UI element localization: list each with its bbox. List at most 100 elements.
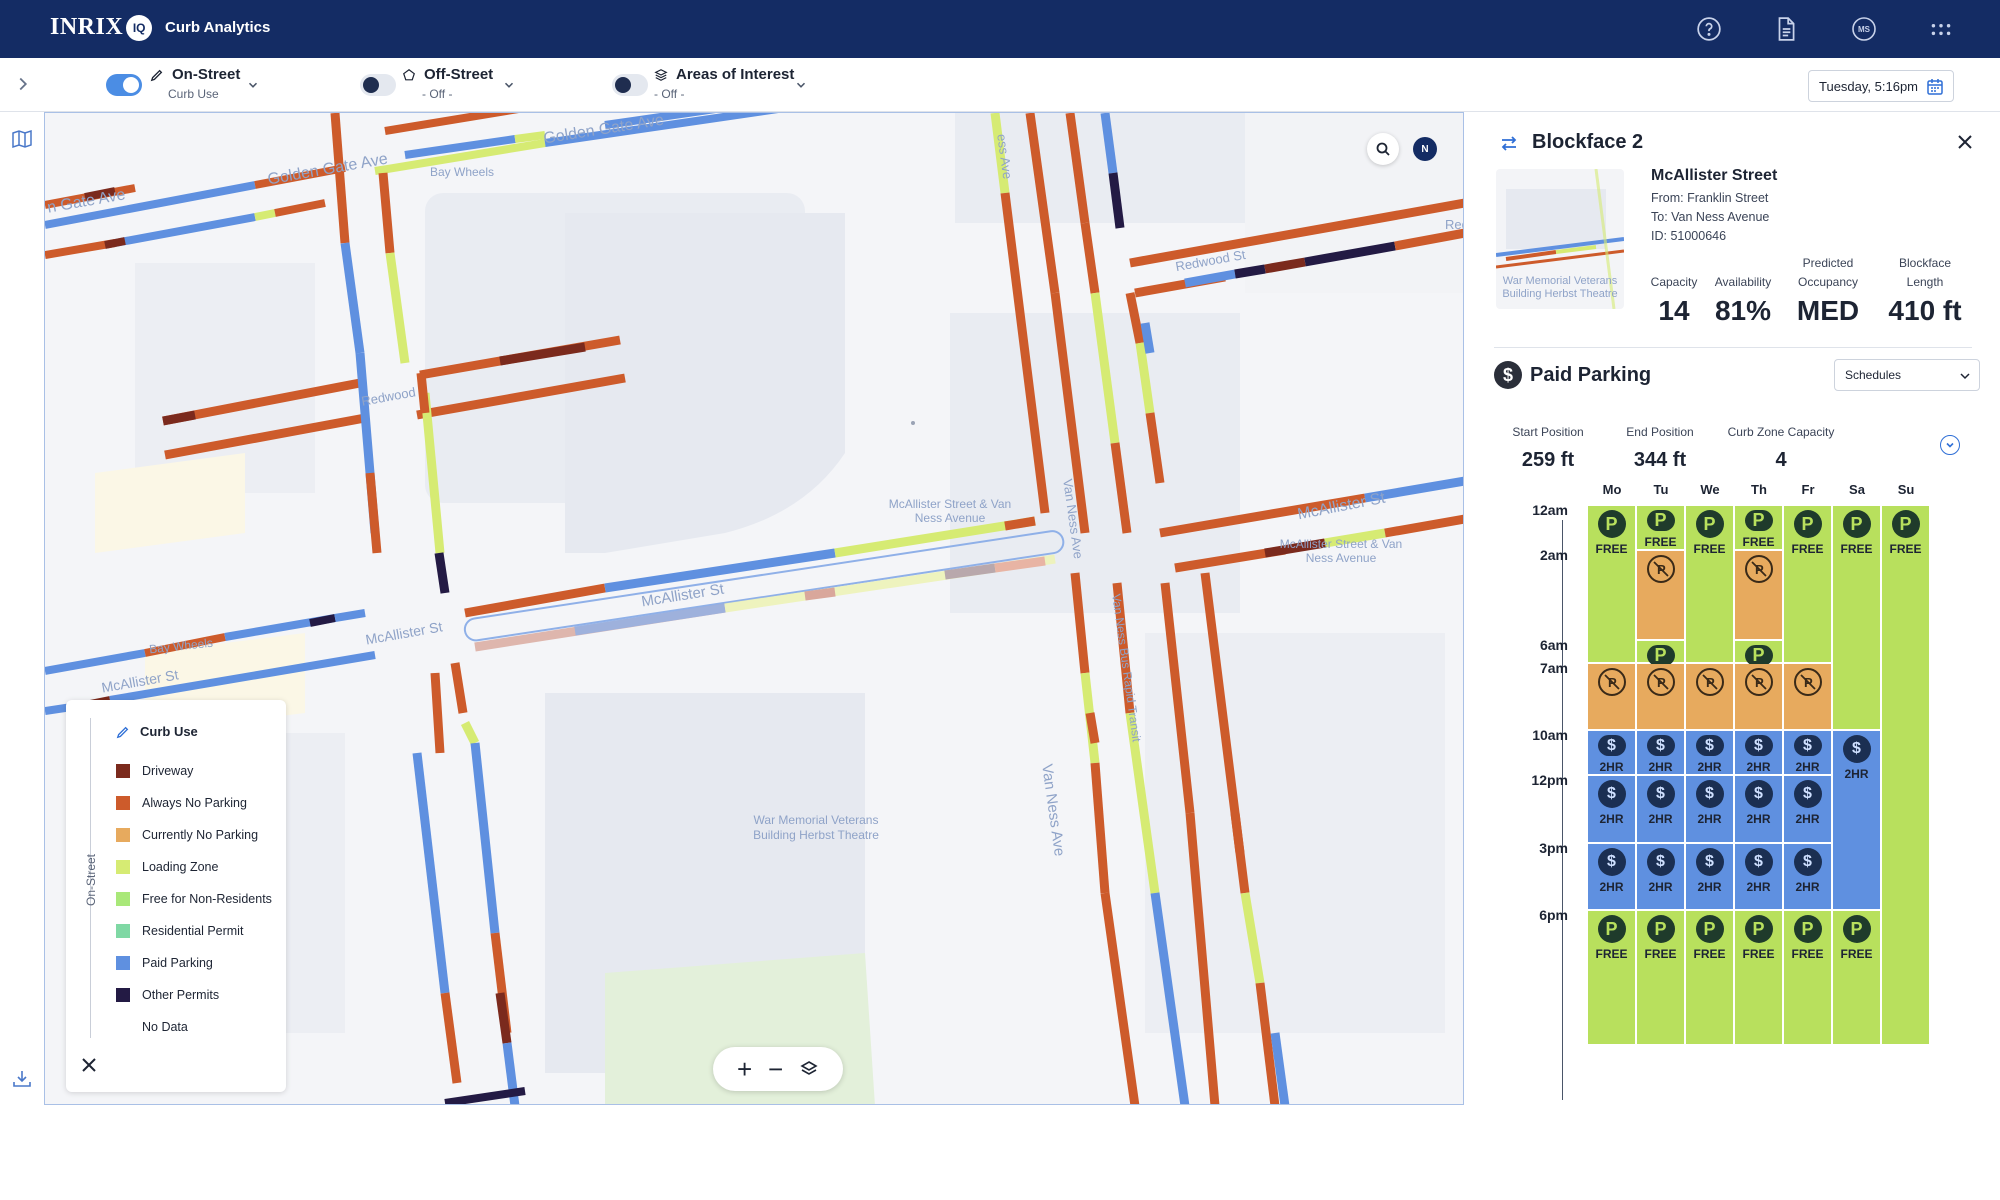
date-picker[interactable]: Tuesday, 5:16pm xyxy=(1808,70,1954,102)
schedule-free-block[interactable]: P FREE xyxy=(1686,911,1733,1044)
schedule-paid-block[interactable]: $2HR xyxy=(1637,731,1684,774)
schedule-paid-block[interactable]: $2HR xyxy=(1735,731,1782,774)
schedule-block-caption: FREE xyxy=(1595,542,1628,556)
schedule-free-block[interactable]: P FREE xyxy=(1588,911,1635,1044)
schedule-paid-block[interactable]: $2HR xyxy=(1833,731,1880,909)
schedule-free-block[interactable]: P FREE xyxy=(1784,506,1831,662)
aoi-chevron-icon[interactable] xyxy=(794,78,808,92)
schedule-no-parking-block[interactable]: P xyxy=(1637,663,1684,729)
off-street-toggle[interactable] xyxy=(360,74,396,96)
map-search-button[interactable] xyxy=(1367,133,1399,165)
swap-arrows-icon[interactable] xyxy=(1498,132,1520,154)
layers-toggle-icon[interactable] xyxy=(799,1059,819,1079)
paid-dollar-icon: $ xyxy=(1695,847,1724,876)
schedule-free-block[interactable]: P FREE xyxy=(1735,506,1782,549)
paid-dollar-icon: $ xyxy=(1597,735,1626,756)
schedule-paid-block[interactable]: $2HR xyxy=(1686,843,1733,909)
paid-dollar-icon: $ xyxy=(1646,735,1675,756)
parking-icon: P xyxy=(1695,915,1724,943)
no-parking-icon: P xyxy=(1744,555,1773,583)
legend-item: Loading Zone xyxy=(116,860,218,874)
time-label: 10am xyxy=(1532,727,1568,743)
time-axis xyxy=(1562,520,1563,1100)
schedule-free-block[interactable]: P xyxy=(1637,641,1684,666)
parking-icon: P xyxy=(1597,915,1626,943)
day-header: Su xyxy=(1897,482,1915,497)
expand-chevron-icon[interactable] xyxy=(12,73,34,95)
schedule-paid-block[interactable]: $2HR xyxy=(1588,776,1635,842)
date-text: Tuesday, 5:16pm xyxy=(1819,78,1918,94)
stat-capacity-label: Capacity xyxy=(1650,275,1698,289)
expand-details-button[interactable] xyxy=(1940,435,1960,455)
schedule-block-caption: 2HR xyxy=(1648,879,1673,894)
schedule-paid-block[interactable]: $2HR xyxy=(1784,776,1831,842)
schedule-no-parking-block[interactable]: P xyxy=(1735,551,1782,639)
label-red-fragment: Red xyxy=(1445,217,1463,232)
street-name: McAllister Street xyxy=(1651,167,1778,184)
on-street-filter[interactable]: On-Street Curb Use xyxy=(150,66,240,101)
schedule-free-block[interactable]: P FREE xyxy=(1735,911,1782,1044)
schedule-block-caption: 2HR xyxy=(1795,879,1820,894)
compass-button[interactable]: N xyxy=(1413,137,1437,161)
zoom-in-button[interactable]: + xyxy=(737,1056,752,1082)
schedule-no-parking-block[interactable]: P xyxy=(1637,551,1684,639)
help-icon[interactable] xyxy=(1695,15,1723,43)
schedule-paid-block[interactable]: $2HR xyxy=(1588,731,1635,774)
aoi-filter[interactable]: Areas of Interest - Off - xyxy=(654,66,794,101)
schedule-block-caption: FREE xyxy=(1840,947,1873,961)
panel-close-icon[interactable] xyxy=(1956,133,1974,151)
on-street-toggle[interactable] xyxy=(106,74,142,96)
document-icon[interactable] xyxy=(1772,15,1800,43)
start-position-label: Start Position xyxy=(1512,425,1584,439)
on-street-label: On-Street xyxy=(172,66,241,83)
apps-grid-icon[interactable] xyxy=(1927,15,1955,43)
schedule-free-block[interactable]: P xyxy=(1735,641,1782,666)
zoom-out-button[interactable]: − xyxy=(768,1056,783,1082)
schedule-paid-block[interactable]: $2HR xyxy=(1686,731,1733,774)
on-street-chevron-icon[interactable] xyxy=(246,78,260,92)
user-avatar[interactable]: MS xyxy=(1850,15,1878,43)
legend-item-label: Other Permits xyxy=(142,988,220,1002)
schedule-paid-block[interactable]: $2HR xyxy=(1784,843,1831,909)
label-bay-wheels-1: Bay Wheels xyxy=(430,165,495,179)
schedule-paid-block[interactable]: $2HR xyxy=(1784,731,1831,774)
schedule-free-block[interactable]: P FREE xyxy=(1833,911,1880,1044)
schedule-block-caption: 2HR xyxy=(1746,879,1771,894)
legend-item-label: Paid Parking xyxy=(142,956,213,970)
inrix-logo[interactable]: INRIX IQ xyxy=(50,14,153,41)
map-icon[interactable] xyxy=(11,128,33,150)
schedule-paid-block[interactable]: $2HR xyxy=(1637,843,1684,909)
schedule-free-block[interactable]: P FREE xyxy=(1833,506,1880,729)
blockface-id: ID: 51000646 xyxy=(1651,229,1727,243)
aoi-toggle[interactable] xyxy=(612,74,648,96)
schedule-free-block[interactable]: P FREE xyxy=(1784,911,1831,1044)
schedule-paid-block[interactable]: $2HR xyxy=(1735,843,1782,909)
off-street-chevron-icon[interactable] xyxy=(502,78,516,92)
schedule-paid-block[interactable]: $2HR xyxy=(1588,843,1635,909)
schedule-free-block[interactable]: P FREE xyxy=(1588,506,1635,662)
paid-dollar-icon: $ xyxy=(1842,735,1871,763)
schedule-block-caption: FREE xyxy=(1840,542,1873,556)
schedule-block-caption: 2HR xyxy=(1697,760,1722,774)
schedule-free-block[interactable]: P FREE xyxy=(1686,506,1733,662)
schedule-free-block[interactable]: P FREE xyxy=(1637,911,1684,1044)
schedule-no-parking-block[interactable]: P xyxy=(1784,663,1831,729)
off-street-filter[interactable]: Off-Street - Off - xyxy=(402,66,493,101)
download-icon[interactable] xyxy=(11,1068,33,1090)
schedule-free-block[interactable]: P FREE xyxy=(1882,506,1929,1044)
stat-capacity-value: 14 xyxy=(1658,295,1690,326)
schedule-no-parking-block[interactable]: P xyxy=(1735,663,1782,729)
app-title: Curb Analytics xyxy=(165,19,271,36)
schedule-no-parking-block[interactable]: P xyxy=(1686,663,1733,729)
schedules-select[interactable]: Schedules xyxy=(1834,359,1980,391)
schedule-paid-block[interactable]: $2HR xyxy=(1686,776,1733,842)
legend-item: Paid Parking xyxy=(116,956,213,970)
schedule-paid-block[interactable]: $2HR xyxy=(1637,776,1684,842)
schedule-paid-block[interactable]: $2HR xyxy=(1735,776,1782,842)
legend-close-icon[interactable] xyxy=(80,1056,98,1074)
parking-icon: P xyxy=(1793,510,1822,538)
schedule-no-parking-block[interactable]: P xyxy=(1588,663,1635,729)
paid-dollar-icon: $ xyxy=(1793,735,1822,756)
schedule-block-caption: FREE xyxy=(1595,947,1628,961)
schedule-free-block[interactable]: P FREE xyxy=(1637,506,1684,549)
